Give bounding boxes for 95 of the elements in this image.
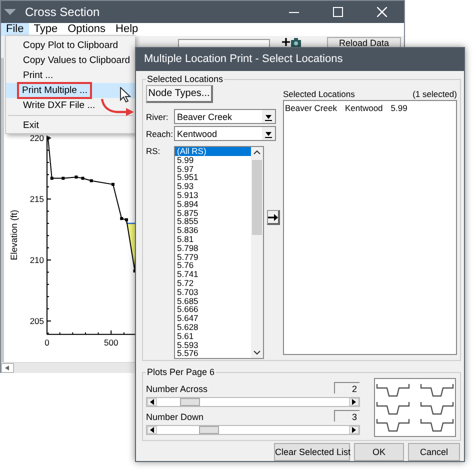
point bbox=[120, 217, 124, 220]
dialog-button[interactable]: OK bbox=[354, 443, 404, 461]
plus-icon[interactable] bbox=[282, 38, 290, 46]
reload-button[interactable]: Reload Data bbox=[327, 37, 401, 48]
dialog-title: Multiple Location Print - Select Locations bbox=[136, 48, 464, 71]
value-field: 2 bbox=[334, 382, 360, 394]
list-item[interactable]: 5.836 bbox=[175, 226, 251, 235]
field-label: Number Down bbox=[146, 412, 204, 422]
right-arrow-icon bbox=[352, 427, 356, 433]
list-item[interactable]: 5.703 bbox=[175, 288, 251, 297]
list-item[interactable]: 5.61 bbox=[175, 332, 251, 341]
slider[interactable] bbox=[146, 397, 360, 407]
list-item[interactable]: 5.913 bbox=[175, 190, 251, 200]
left-arrow-icon bbox=[150, 399, 154, 405]
list-item[interactable]: 5.593 bbox=[175, 340, 251, 350]
slider-thumb[interactable] bbox=[198, 426, 219, 434]
selected-list[interactable]: Beaver Creek Kentwood 5.99 bbox=[283, 100, 457, 355]
tick-label: 0 bbox=[44, 337, 50, 348]
tick-label: 205 bbox=[30, 316, 44, 326]
dialog-button[interactable]: Clear Selected List bbox=[274, 443, 350, 461]
point bbox=[81, 176, 84, 180]
list-item[interactable]: 5.741 bbox=[175, 270, 251, 279]
field-label: River: bbox=[146, 112, 170, 122]
list-item[interactable]: 5.779 bbox=[175, 252, 251, 262]
list-item[interactable]: 5.72 bbox=[175, 278, 251, 288]
channel-shape-icon bbox=[420, 400, 454, 414]
list-heading: Selected Locations bbox=[283, 89, 355, 99]
camera-icon[interactable] bbox=[291, 38, 301, 47]
point bbox=[74, 176, 78, 179]
channel-shape-icon bbox=[376, 418, 410, 432]
list-item[interactable]: 5.99 bbox=[175, 156, 251, 165]
tick-label: 215 bbox=[30, 194, 44, 204]
dialog-button[interactable]: Cancel bbox=[408, 443, 460, 461]
dropdown[interactable]: Kentwood bbox=[174, 126, 276, 141]
list-item[interactable]: 5.576 bbox=[175, 349, 251, 358]
field-label: RS: bbox=[146, 146, 162, 158]
point bbox=[62, 176, 65, 180]
left-arrow-icon bbox=[150, 427, 154, 433]
channel-shape-icon bbox=[420, 382, 454, 397]
value-field: 3 bbox=[334, 410, 360, 422]
arrow-right-icon[interactable] bbox=[268, 214, 278, 220]
list-item[interactable]: 5.76 bbox=[175, 261, 251, 270]
caret-icon bbox=[262, 110, 275, 123]
list-item[interactable]: 5.97 bbox=[175, 164, 251, 174]
list-item[interactable]: 5.855 bbox=[175, 217, 251, 226]
list-cell: Kentwood bbox=[344, 103, 383, 113]
list-item[interactable]: 5.875 bbox=[175, 208, 251, 218]
list-cell: 5.99 bbox=[390, 103, 408, 113]
menu-item[interactable]: Print ... bbox=[6, 68, 135, 83]
list-item[interactable]: 5.798 bbox=[175, 244, 251, 253]
tick-label: 210 bbox=[30, 255, 44, 265]
list-item[interactable]: 5.894 bbox=[175, 200, 251, 209]
field-label: Reach: bbox=[146, 128, 174, 138]
menu-item[interactable]: Help bbox=[110, 23, 144, 36]
point bbox=[90, 179, 93, 182]
window-title: Cross Section bbox=[25, 5, 101, 19]
channel-shape-icon bbox=[376, 400, 410, 414]
menu-item[interactable]: Type bbox=[28, 23, 63, 36]
close-icon[interactable] bbox=[377, 7, 387, 17]
point bbox=[112, 182, 115, 186]
menu-item[interactable]: Print Multiple ... bbox=[6, 83, 135, 98]
slider[interactable] bbox=[146, 425, 360, 435]
list-item[interactable]: 5.666 bbox=[175, 305, 251, 314]
tick-label: 500 bbox=[104, 337, 118, 348]
list-item[interactable]: (All RS) bbox=[175, 147, 251, 156]
mouse-pointer-icon bbox=[120, 87, 131, 103]
selection-count: (1 selected) bbox=[412, 89, 457, 99]
dropdown[interactable]: Beaver Creek bbox=[174, 109, 276, 124]
callout-arrow bbox=[99, 98, 135, 117]
right-arrow-icon bbox=[352, 399, 356, 405]
node-types-button[interactable]: Node Types... bbox=[146, 85, 213, 103]
slider-thumb[interactable] bbox=[180, 398, 200, 406]
channel-shape-icon bbox=[376, 382, 410, 397]
caret-icon bbox=[262, 127, 275, 140]
field-label: Number Across bbox=[146, 384, 208, 394]
maximize-icon[interactable] bbox=[333, 7, 343, 17]
menu-item[interactable]: Copy Values to Clipboard bbox=[6, 53, 135, 68]
list-item[interactable]: 5.685 bbox=[175, 296, 251, 306]
group-label: Selected Locations bbox=[146, 74, 224, 85]
menu-item[interactable]: Copy Plot to Clipboard bbox=[6, 38, 135, 53]
axis-title: Elevation (ft) bbox=[9, 210, 19, 260]
tick-label: 220 bbox=[30, 133, 44, 144]
point bbox=[124, 218, 128, 222]
menu-item[interactable]: Exit bbox=[6, 118, 135, 133]
list-cell: Beaver Creek bbox=[285, 103, 337, 113]
list-item[interactable]: 5.647 bbox=[175, 314, 251, 323]
list-item[interactable]: 5.93 bbox=[175, 182, 251, 191]
menu-item[interactable]: Options bbox=[62, 23, 111, 36]
group-label: Plots Per Page 6 bbox=[146, 367, 216, 378]
menu-item[interactable]: File bbox=[1, 23, 29, 36]
list-item[interactable]: 5.951 bbox=[175, 173, 251, 182]
list-item[interactable]: 5.628 bbox=[175, 322, 251, 332]
channel-shape-icon bbox=[420, 418, 454, 432]
point bbox=[50, 176, 54, 180]
list-item[interactable]: 5.81 bbox=[175, 234, 251, 244]
